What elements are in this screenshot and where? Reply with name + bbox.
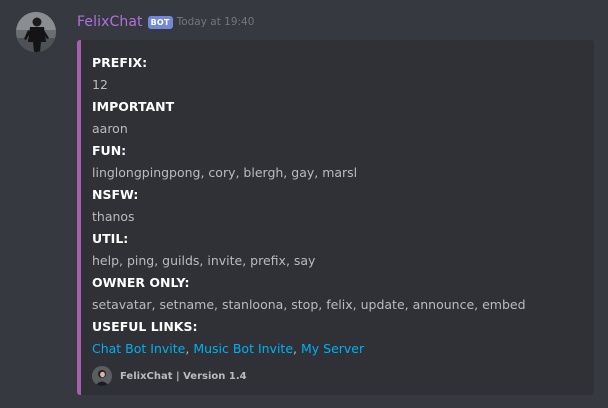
link-separator: , <box>293 341 301 356</box>
timestamp: Today at 19:40 <box>176 16 255 28</box>
field-value: help, ping, guilds, invite, prefix, say <box>92 253 316 268</box>
username[interactable]: FelixChat <box>77 14 143 30</box>
chat-bot-invite-link[interactable]: Chat Bot Invite <box>92 341 185 356</box>
field-name: FUN: <box>92 143 127 158</box>
field-value: setavatar, setname, stanloona, stop, fel… <box>92 297 526 312</box>
embed-footer: FelixChat | Version 1.4 <box>92 366 247 386</box>
field-name: OWNER ONLY: <box>92 275 190 290</box>
footer-avatar-icon <box>92 366 112 386</box>
embed-fields: PREFIX: 12 IMPORTANT aaron FUN: linglong… <box>92 56 586 364</box>
field-name: PREFIX: <box>92 55 148 70</box>
embed-field: IMPORTANT aaron <box>92 100 586 144</box>
embed-field: PREFIX: 12 <box>92 56 586 100</box>
field-value: thanos <box>92 209 135 224</box>
field-value: aaron <box>92 121 128 136</box>
bot-badge: BOT <box>147 15 173 29</box>
rich-embed: PREFIX: 12 IMPORTANT aaron FUN: linglong… <box>77 40 594 395</box>
footer-avatar-image <box>92 366 112 386</box>
user-avatar[interactable] <box>16 12 56 52</box>
field-value: 12 <box>92 77 108 92</box>
field-name: USEFUL LINKS: <box>92 319 198 334</box>
field-name: IMPORTANT <box>92 99 175 114</box>
embed-field: OWNER ONLY: setavatar, setname, stanloon… <box>92 276 586 320</box>
field-value: Chat Bot Invite, Music Bot Invite, My Se… <box>92 342 586 364</box>
footer-text: FelixChat | Version 1.4 <box>120 370 247 382</box>
field-name: NSFW: <box>92 187 139 202</box>
message-header: FelixChat BOT Today at 19:40 <box>77 12 254 32</box>
chat-message: FelixChat BOT Today at 19:40 PREFIX: 12 … <box>0 0 608 408</box>
field-name: UTIL: <box>92 231 129 246</box>
my-server-link[interactable]: My Server <box>301 341 364 356</box>
avatar-image <box>16 12 56 52</box>
embed-field: UTIL: help, ping, guilds, invite, prefix… <box>92 232 586 276</box>
useful-links-field: USEFUL LINKS: Chat Bot Invite, Music Bot… <box>92 320 586 364</box>
embed-field: NSFW: thanos <box>92 188 586 232</box>
embed-field: FUN: linglongpingpong, cory, blergh, gay… <box>92 144 586 188</box>
music-bot-invite-link[interactable]: Music Bot Invite <box>193 341 293 356</box>
field-value: linglongpingpong, cory, blergh, gay, mar… <box>92 165 358 180</box>
